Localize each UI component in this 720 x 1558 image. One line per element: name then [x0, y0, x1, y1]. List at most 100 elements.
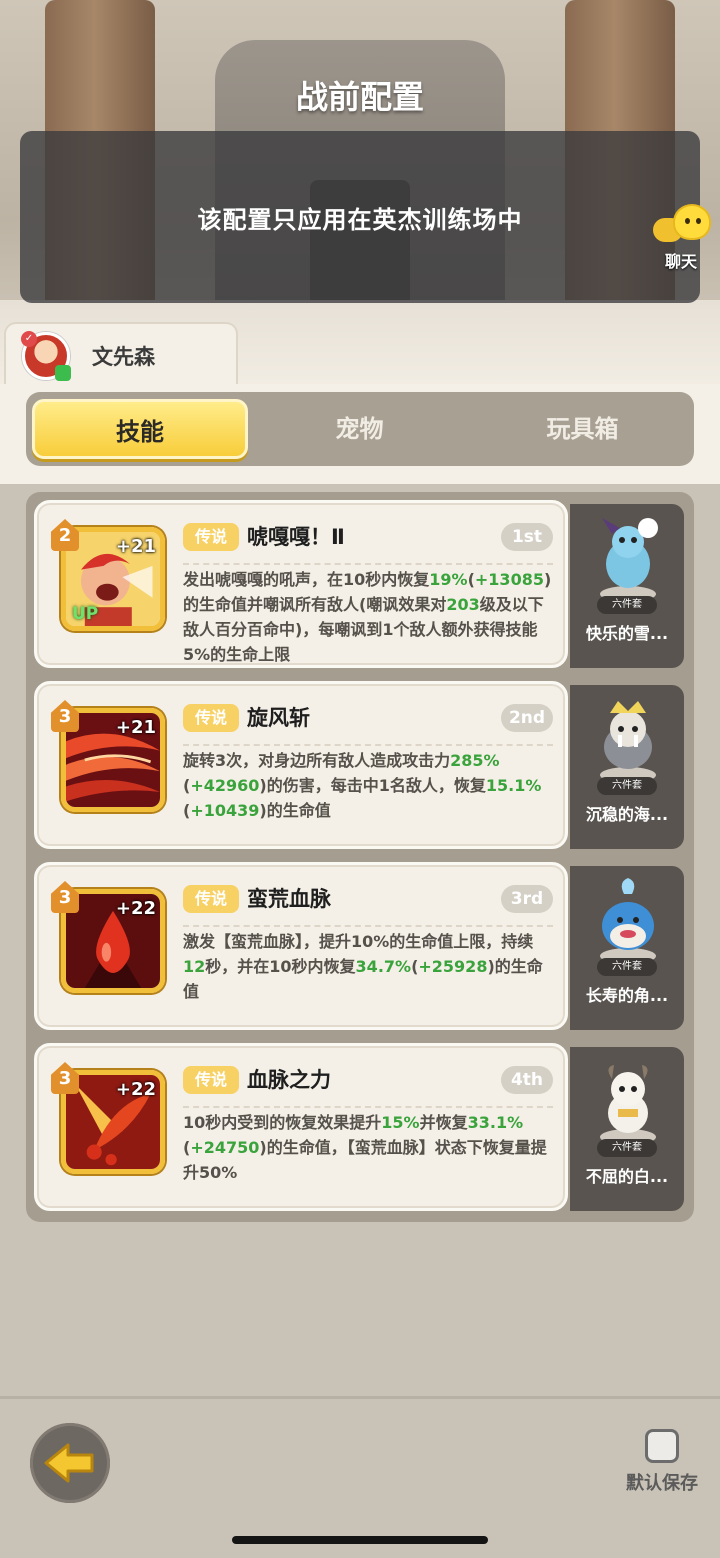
tab-bar: 技能 宠物 玩具箱 [26, 392, 694, 466]
highlight-value: 203 [446, 595, 480, 614]
skill-description: 10秒内受到的恢复效果提升15%并恢复33.1%(+24750)的生命值，【蛮荒… [183, 1110, 553, 1185]
notice-banner: 该配置只应用在英杰训练场中 [20, 131, 700, 303]
skill-row: 3 +22 传说 蛮荒血脉 3rd 激发【蛮荒血脉】，提升10%的生命值上限，持… [34, 862, 686, 1030]
skill-card[interactable]: 2 +21 UP 传说 唬嘎嘎！Ⅱ 1st 发出唬嘎嘎的吼声，在10秒内恢复19… [34, 500, 568, 668]
skill-description: 旋转3次，对身边所有敌人造成攻击力285%(+42960)的伤害，每击中1名敌人… [183, 748, 553, 823]
pet-name: 快乐的雪... [585, 624, 669, 643]
wechat-icon [55, 365, 71, 381]
pet-name: 沉稳的海... [585, 805, 669, 824]
skill-rank: 1st [501, 523, 553, 551]
pet-name: 不屈的白... [585, 1167, 669, 1186]
skill-card[interactable]: 3 +21 传说 旋风斩 2nd 旋转3次，对身边所有敌人造成攻击力285%(+… [34, 681, 568, 849]
divider [183, 744, 553, 746]
skill-list: 2 +21 UP 传说 唬嘎嘎！Ⅱ 1st 发出唬嘎嘎的吼声，在10秒内恢复19… [26, 492, 694, 1222]
skill-rank: 4th [501, 1066, 553, 1094]
skill-name: 旋风斩 [247, 706, 310, 730]
skill-bonus: +22 [115, 1079, 156, 1100]
whale-pet-icon [600, 878, 656, 964]
divider [183, 563, 553, 565]
rarity-badge: 传说 [183, 523, 239, 551]
skill-row: 3 +22 传说 血脉之力 4th 10秒内受到的恢复效果提升15%并恢复33.… [34, 1043, 686, 1211]
skill-level-badge: 3 [51, 881, 79, 913]
screen: 战前配置 该配置只应用在英杰训练场中 聊天 ✓ 文先森 技能 宠物 玩具箱 2 [0, 0, 720, 1558]
notice-text: 该配置只应用在英杰训练场中 [197, 205, 523, 234]
skill-name: 唬嘎嘎！Ⅱ [247, 525, 345, 549]
default-save-label: 默认保存 [626, 1473, 698, 1494]
selected-check-icon: ✓ [21, 331, 37, 347]
highlight-value: 15.1% [485, 776, 542, 795]
skill-rank: 2nd [501, 704, 553, 732]
skill-bonus: +21 [115, 536, 156, 557]
pet-set-badge: 六件套 [597, 958, 657, 976]
description-text: )的伤害，每击中1名敌人，恢复 [259, 776, 486, 795]
skill-card[interactable]: 3 +22 传说 血脉之力 4th 10秒内受到的恢复效果提升15%并恢复33.… [34, 1043, 568, 1211]
pet-slot[interactable]: 六件套 快乐的雪... [570, 504, 684, 668]
highlight-value: 33.1% [467, 1113, 524, 1132]
chat-label: 聊天 [664, 252, 697, 271]
home-indicator[interactable] [232, 1536, 488, 1544]
tabs-container: 技能 宠物 玩具箱 [0, 384, 720, 484]
pet-set-badge: 六件套 [597, 596, 657, 614]
description-text: 并恢复 [419, 1113, 468, 1132]
highlight-value: +42960 [190, 776, 260, 795]
skill-rank: 3rd [501, 885, 553, 913]
rarity-badge: 传说 [183, 1066, 239, 1094]
highlight-value: 15% [381, 1113, 420, 1132]
highlight-value: 285% [450, 751, 500, 770]
avatar: ✓ [21, 331, 71, 381]
footer-bar: 默认保存 [0, 1396, 720, 1558]
description-text: 发出唬嘎嘎的吼声，在10秒内恢复 [183, 570, 430, 589]
skill-name: 血脉之力 [247, 1068, 331, 1092]
skill-description: 发出唬嘎嘎的吼声，在10秒内恢复19%(+13085)的生命值并嘲讽所有敌人(嘲… [183, 567, 553, 667]
back-button[interactable] [30, 1423, 110, 1503]
skill-level-badge: 3 [51, 1062, 79, 1094]
back-arrow-icon [44, 1443, 94, 1483]
pet-set-badge: 六件套 [597, 777, 657, 795]
description-text: 激发【蛮荒血脉】，提升10%的生命值上限，持续 [183, 932, 534, 951]
hero-selector-tab[interactable]: ✓ 文先森 [4, 322, 238, 388]
snow-pet-icon [600, 518, 658, 602]
divider [183, 925, 553, 927]
hero-name: 文先森 [92, 345, 155, 369]
chat-bubble-icon [651, 200, 711, 246]
highlight-value: +24750 [190, 1138, 260, 1157]
description-text: 10秒内受到的恢复效果提升 [183, 1113, 382, 1132]
highlight-value: +25928 [418, 957, 488, 976]
description-text: )的生命值 [259, 801, 331, 820]
sea-lion-pet-icon [600, 701, 656, 783]
skill-level-badge: 2 [51, 519, 79, 551]
rarity-badge: 传说 [183, 704, 239, 732]
pet-name: 长寿的角... [585, 986, 669, 1005]
description-text: 秒，并在10秒内恢复 [205, 957, 356, 976]
description-text: 旋转3次，对身边所有敌人造成攻击力 [183, 751, 451, 770]
pet-set-badge: 六件套 [597, 1139, 657, 1157]
skill-card[interactable]: 3 +22 传说 蛮荒血脉 3rd 激发【蛮荒血脉】，提升10%的生命值上限，持… [34, 862, 568, 1030]
highlight-value: 34.7% [355, 957, 412, 976]
default-save-checkbox[interactable] [645, 1429, 679, 1463]
tab-pets[interactable]: 宠物 [248, 399, 471, 459]
pet-slot[interactable]: 六件套 沉稳的海... [570, 685, 684, 849]
divider [183, 1106, 553, 1108]
highlight-value: 12 [183, 957, 206, 976]
skill-description: 激发【蛮荒血脉】，提升10%的生命值上限，持续 12秒，并在10秒内恢复34.7%… [183, 929, 553, 1004]
skill-row: 3 +21 传说 旋风斩 2nd 旋转3次，对身边所有敌人造成攻击力285%(+… [34, 681, 686, 849]
pet-slot[interactable]: 六件套 不屈的白... [570, 1047, 684, 1211]
default-save-toggle[interactable]: 默认保存 [622, 1429, 702, 1495]
description-text: ( [467, 570, 475, 589]
tab-toybox[interactable]: 玩具箱 [471, 399, 694, 459]
page-title: 战前配置 [295, 78, 424, 116]
rarity-badge: 传说 [183, 885, 239, 913]
highlight-value: 19% [429, 570, 468, 589]
highlight-value: +13085 [474, 570, 544, 589]
skill-name: 蛮荒血脉 [247, 887, 331, 911]
white-goat-pet-icon [600, 1065, 656, 1145]
pet-slot[interactable]: 六件套 长寿的角... [570, 866, 684, 1030]
upgrade-label: UP [72, 604, 99, 624]
skill-level-badge: 3 [51, 700, 79, 732]
skill-bonus: +22 [115, 898, 156, 919]
tab-skills[interactable]: 技能 [32, 399, 248, 459]
highlight-value: +10439 [190, 801, 260, 820]
chat-button[interactable]: 聊天 [648, 200, 714, 272]
skill-row: 2 +21 UP 传说 唬嘎嘎！Ⅱ 1st 发出唬嘎嘎的吼声，在10秒内恢复19… [34, 500, 686, 668]
skill-bonus: +21 [115, 717, 156, 738]
